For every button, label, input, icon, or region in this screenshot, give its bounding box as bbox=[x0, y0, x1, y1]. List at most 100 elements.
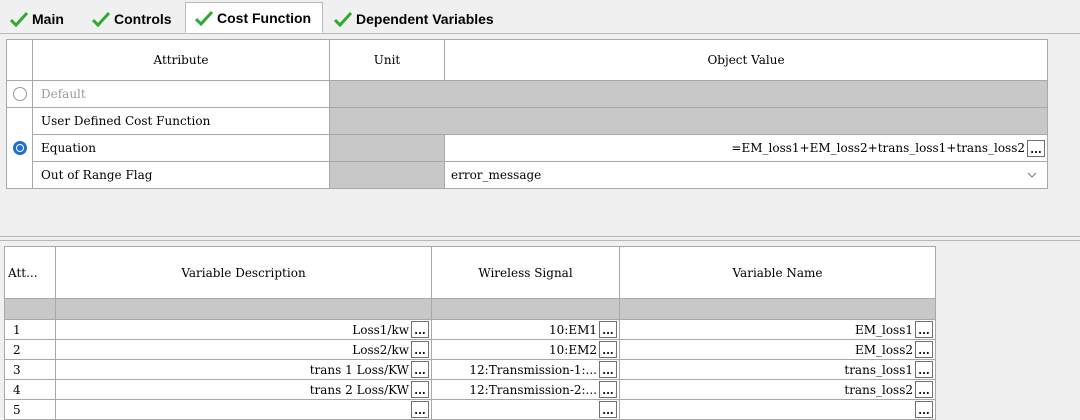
default-value-disabled bbox=[329, 80, 1048, 108]
wireless-signal-cell[interactable]: ... bbox=[431, 399, 620, 420]
wireless-signal-cell[interactable]: 10:EM2... bbox=[431, 339, 620, 360]
signal-edit-button[interactable]: ... bbox=[599, 361, 617, 378]
variable-description-cell[interactable]: trans 1 Loss/KW... bbox=[55, 359, 432, 380]
variable-description-cell[interactable]: ... bbox=[55, 399, 432, 420]
header-variable-description[interactable]: Variable Description bbox=[55, 246, 432, 299]
out-of-range-label: Out of Range Flag bbox=[32, 161, 330, 189]
out-of-range-value: error_message bbox=[451, 168, 542, 182]
check-icon bbox=[92, 11, 110, 27]
equation-label: Equation bbox=[32, 134, 330, 162]
variable-description[interactable]: Loss1/kw bbox=[352, 323, 409, 337]
tab-controls[interactable]: Controls bbox=[92, 5, 172, 32]
header-variable-name[interactable]: Variable Name bbox=[619, 246, 936, 299]
name-edit-button[interactable]: ... bbox=[915, 401, 933, 418]
table-row[interactable]: 4 trans 2 Loss/KW... 12:Transmission-2:.… bbox=[4, 379, 936, 400]
table-header: Att... Variable Description Wireless Sig… bbox=[4, 246, 936, 299]
description-edit-button[interactable]: ... bbox=[411, 341, 429, 358]
name-edit-button[interactable]: ... bbox=[915, 341, 933, 358]
header-object-value[interactable]: Object Value bbox=[444, 39, 1048, 81]
variables-panel: Att... Variable Description Wireless Sig… bbox=[0, 241, 1080, 420]
header-corner bbox=[6, 39, 33, 81]
user-defined-value-disabled bbox=[329, 107, 1048, 135]
tab-dependent-variables[interactable]: Dependent Variables bbox=[334, 5, 494, 32]
variable-description-cell[interactable]: Loss1/kw... bbox=[55, 319, 432, 340]
table-row[interactable]: 5 ... ... ... bbox=[4, 399, 936, 420]
variable-name[interactable]: trans_loss1 bbox=[844, 363, 913, 377]
variable-name-cell[interactable]: ... bbox=[619, 399, 936, 420]
signal-edit-button[interactable]: ... bbox=[599, 321, 617, 338]
row-default: Default bbox=[6, 80, 1048, 108]
variable-description[interactable]: Loss2/kw bbox=[352, 343, 409, 357]
wireless-signal-cell[interactable]: 10:EM1... bbox=[431, 319, 620, 340]
name-edit-button[interactable]: ... bbox=[915, 321, 933, 338]
tab-label: Dependent Variables bbox=[356, 10, 494, 27]
wireless-signal-cell[interactable]: 12:Transmission-1:...... bbox=[431, 359, 620, 380]
variable-description[interactable]: trans 1 Loss/KW bbox=[310, 363, 409, 377]
equation-unit bbox=[329, 134, 445, 162]
wireless-signal-cell[interactable]: 12:Transmission-2:...... bbox=[431, 379, 620, 400]
table-row[interactable]: 2 Loss2/kw... 10:EM2... EM_loss2... bbox=[4, 339, 936, 360]
table-header: Attribute Unit Object Value bbox=[6, 39, 1048, 81]
check-icon bbox=[334, 11, 352, 27]
check-icon bbox=[10, 11, 28, 27]
signal-edit-button[interactable]: ... bbox=[599, 341, 617, 358]
user-defined-radio[interactable] bbox=[12, 141, 27, 156]
equation-value-cell[interactable]: =EM_loss1+EM_loss2+trans_loss1+trans_los… bbox=[444, 134, 1048, 162]
tab-label: Controls bbox=[114, 10, 172, 27]
row-number: 3 bbox=[4, 359, 56, 380]
row-number: 2 bbox=[4, 339, 56, 360]
variables-table: Att... Variable Description Wireless Sig… bbox=[4, 246, 936, 420]
blank-cell bbox=[431, 298, 620, 320]
default-radio[interactable] bbox=[12, 87, 27, 102]
variable-name-cell[interactable]: EM_loss2... bbox=[619, 339, 936, 360]
variable-name[interactable]: EM_loss1 bbox=[855, 323, 913, 337]
chevron-down-icon[interactable] bbox=[1027, 172, 1037, 178]
wireless-signal[interactable]: 10:EM2 bbox=[549, 343, 597, 357]
wireless-signal[interactable]: 12:Transmission-1:... bbox=[469, 363, 597, 377]
header-attribute[interactable]: Attribute bbox=[32, 39, 330, 81]
equation-edit-button[interactable]: ... bbox=[1027, 139, 1045, 157]
description-edit-button[interactable]: ... bbox=[411, 361, 429, 378]
variable-name[interactable]: trans_loss2 bbox=[844, 383, 913, 397]
table-row-blank bbox=[4, 298, 936, 320]
user-defined-label: User Defined Cost Function bbox=[32, 107, 330, 135]
out-of-range-unit bbox=[329, 161, 445, 189]
variable-name-cell[interactable]: trans_loss2... bbox=[619, 379, 936, 400]
wireless-signal[interactable]: 10:EM1 bbox=[549, 323, 597, 337]
row-number: 5 bbox=[4, 399, 56, 420]
variable-name[interactable]: EM_loss2 bbox=[855, 343, 913, 357]
description-edit-button[interactable]: ... bbox=[411, 321, 429, 338]
equation-value[interactable]: =EM_loss1+EM_loss2+trans_loss1+trans_los… bbox=[731, 141, 1025, 155]
description-edit-button[interactable]: ... bbox=[411, 401, 429, 418]
name-edit-button[interactable]: ... bbox=[915, 381, 933, 398]
table-row[interactable]: 1 Loss1/kw... 10:EM1... EM_loss1... bbox=[4, 319, 936, 340]
variable-description-cell[interactable]: trans 2 Loss/KW... bbox=[55, 379, 432, 400]
variable-name-cell[interactable]: trans_loss1... bbox=[619, 359, 936, 380]
wireless-signal[interactable]: 12:Transmission-2:... bbox=[469, 383, 597, 397]
header-wireless-signal[interactable]: Wireless Signal bbox=[431, 246, 620, 299]
tab-main[interactable]: Main bbox=[10, 5, 64, 32]
header-att[interactable]: Att... bbox=[4, 246, 56, 299]
variable-name-cell[interactable]: EM_loss1... bbox=[619, 319, 936, 340]
row-number: 1 bbox=[4, 319, 56, 340]
description-edit-button[interactable]: ... bbox=[411, 381, 429, 398]
blank-cell bbox=[55, 298, 432, 320]
attributes-table: Attribute Unit Object Value Default User… bbox=[6, 39, 1048, 189]
default-radio-cell[interactable] bbox=[6, 80, 33, 108]
variable-description-cell[interactable]: Loss2/kw... bbox=[55, 339, 432, 360]
row-number: 4 bbox=[4, 379, 56, 400]
signal-edit-button[interactable]: ... bbox=[599, 381, 617, 398]
tab-label: Main bbox=[32, 10, 64, 27]
tab-cost-function[interactable]: Cost Function bbox=[185, 2, 323, 33]
out-of-range-dropdown[interactable]: error_message bbox=[444, 161, 1048, 189]
check-icon bbox=[195, 10, 213, 26]
user-defined-radio-cell[interactable] bbox=[6, 107, 33, 189]
name-edit-button[interactable]: ... bbox=[915, 361, 933, 378]
attributes-panel: Attribute Unit Object Value Default User… bbox=[0, 34, 1080, 236]
header-unit[interactable]: Unit bbox=[329, 39, 445, 81]
signal-edit-button[interactable]: ... bbox=[599, 401, 617, 418]
tab-label: Cost Function bbox=[217, 9, 312, 26]
variable-description[interactable]: trans 2 Loss/KW bbox=[310, 383, 409, 397]
table-row[interactable]: 3 trans 1 Loss/KW... 12:Transmission-1:.… bbox=[4, 359, 936, 380]
tab-bar: Main Controls Cost Function Dependent Va… bbox=[0, 0, 1080, 34]
